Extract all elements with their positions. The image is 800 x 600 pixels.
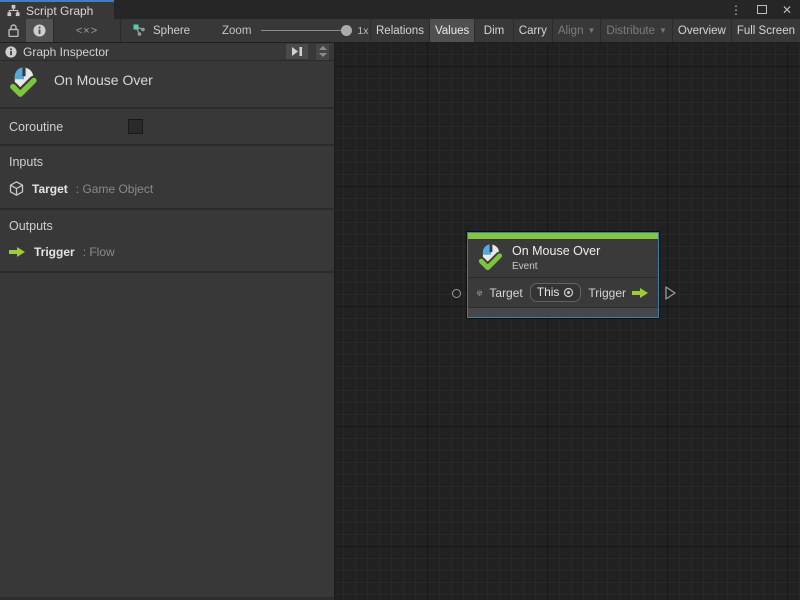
graph-inspector-header: Graph Inspector [0,43,334,61]
inputs-header: Inputs [0,155,334,179]
info-icon [33,24,46,37]
mouse-event-icon [9,67,39,99]
code-view-button[interactable]: <×> [54,19,120,42]
node-output-label: Trigger [588,286,626,300]
tab-script-graph[interactable]: Script Graph [0,0,114,19]
outputs-section: Outputs Trigger : Flow [0,210,334,273]
mouse-event-icon [478,244,504,272]
lock-button[interactable] [0,19,26,42]
object-picker-icon [563,287,574,298]
panel-spinner[interactable] [316,44,329,60]
chevron-down-icon: ▼ [587,26,595,35]
lock-icon [8,24,19,37]
toolbar-button-carry[interactable]: Carry [513,19,552,42]
event-node-group: On Mouse Over Event Target This [467,232,659,318]
toolbar-button-fullscreen[interactable]: Full Screen [731,19,800,42]
target-value: This [537,285,560,299]
node-header: On Mouse Over Event [468,239,658,277]
input-type: : Game Object [76,182,153,196]
unit-title: On Mouse Over [54,72,153,88]
node-subtitle: Event [512,261,600,272]
outputs-header: Outputs [0,219,334,243]
cube-icon [477,286,482,300]
zoom-slider[interactable] [261,30,347,31]
chevron-down-icon: ▼ [659,26,667,35]
graph-inspector-panel: Graph Inspector On Mouse Over Coroutine … [0,43,335,600]
output-type: : Flow [83,245,115,259]
window-maximize-icon[interactable] [757,5,767,14]
node-input-label: Target [489,286,522,300]
inspector-toggle-button[interactable] [26,19,53,42]
toolbar-button-values[interactable]: Values [429,19,474,42]
flow-arrow-icon [9,246,26,258]
cube-icon [9,181,24,196]
node-footer [468,307,658,317]
toolbar-button-overview[interactable]: Overview [672,19,731,42]
inputs-section: Inputs Target : Game Object [0,146,334,210]
graph-reference-label: Sphere [153,25,190,37]
node-title: On Mouse Over [512,244,600,258]
spinner-up-icon[interactable] [319,46,327,50]
coroutine-checkbox[interactable] [128,119,143,134]
unit-summary: On Mouse Over [0,61,334,109]
zoom-control: Zoom 1x [210,19,370,42]
tab-label: Script Graph [26,4,93,18]
node-ports-row: Target This Trigger [468,278,658,307]
toolbar-button-distribute[interactable]: Distribute ▼ [600,19,672,42]
info-icon [5,46,17,58]
flow-arrow-icon [632,287,649,299]
input-name: Target [32,182,68,196]
window-titlebar: Script Graph ⋮ ✕ [0,0,800,19]
zoom-label: Zoom [222,25,251,37]
dock-panel-icon[interactable] [286,44,308,59]
spinner-down-icon[interactable] [319,53,327,57]
coroutine-row: Coroutine [0,109,334,146]
graph-toolbar: <×> Sphere Zoom 1x Relations Values Dim … [0,19,800,43]
graph-reference-breadcrumb[interactable]: Sphere [121,19,210,42]
window-menu-icon[interactable]: ⋮ [730,4,742,16]
node-output-port[interactable] [665,286,676,305]
window-close-icon[interactable]: ✕ [782,4,792,16]
node-input-port[interactable] [452,289,461,298]
zoom-slider-thumb[interactable] [341,25,352,36]
graph-canvas[interactable]: On Mouse Over Event Target This [335,43,800,600]
output-name: Trigger [34,245,75,259]
on-mouse-over-node[interactable]: On Mouse Over Event Target This [467,232,659,318]
script-graph-icon [7,4,20,17]
graph-inspector-title: Graph Inspector [23,45,280,59]
target-value-dropdown[interactable]: This [530,283,582,302]
toolbar-button-relations[interactable]: Relations [370,19,429,42]
graph-reference-icon [133,24,146,37]
toolbar-button-align[interactable]: Align ▼ [552,19,601,42]
input-port-row: Target : Game Object [0,179,334,198]
output-port-row: Trigger : Flow [0,243,334,261]
zoom-value: 1x [357,25,368,37]
coroutine-label: Coroutine [9,120,63,134]
toolbar-button-dim[interactable]: Dim [474,19,513,42]
